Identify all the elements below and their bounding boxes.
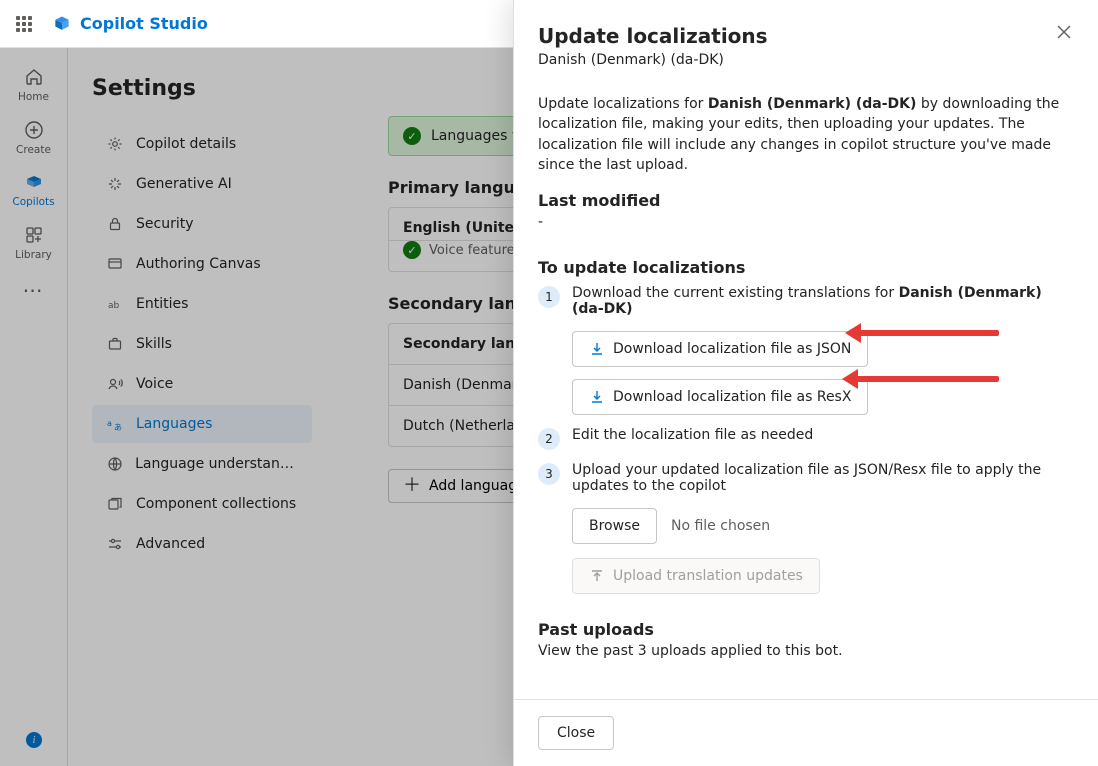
- close-label: Close: [557, 725, 595, 741]
- upload-translation-button: Upload translation updates: [572, 558, 820, 594]
- panel-body: Update localizations for Danish (Denmark…: [514, 78, 1098, 699]
- steps-heading: To update localizations: [538, 258, 1074, 277]
- browse-label: Browse: [589, 518, 640, 534]
- panel-intro: Update localizations for Danish (Denmark…: [538, 94, 1074, 175]
- step2-text: Edit the localization file as needed: [572, 427, 1074, 443]
- annotation-arrow-icon: [846, 376, 999, 382]
- panel-header: Update localizations Danish (Denmark) (d…: [514, 0, 1098, 78]
- upload-label: Upload translation updates: [613, 568, 803, 584]
- intro-bold: Danish (Denmark) (da-DK): [708, 96, 917, 112]
- waffle-icon[interactable]: [16, 16, 32, 32]
- past-uploads-heading: Past uploads: [538, 620, 1074, 639]
- annotation-arrow-icon: [849, 330, 999, 336]
- download-resx-label: Download localization file as ResX: [613, 389, 851, 405]
- step1-pre: Download the current existing translatio…: [572, 285, 899, 301]
- panel-subtitle: Danish (Denmark) (da-DK): [538, 52, 1074, 68]
- download-json-label: Download localization file as JSON: [613, 341, 851, 357]
- last-modified-value: -: [538, 214, 1074, 230]
- download-json-button[interactable]: Download localization file as JSON: [572, 331, 868, 367]
- step-3: 3 Upload your updated localization file …: [538, 462, 1074, 594]
- last-modified-heading: Last modified: [538, 191, 1074, 210]
- step1-text: Download the current existing translatio…: [572, 285, 1074, 317]
- step-1: 1 Download the current existing translat…: [538, 285, 1074, 415]
- intro-pre: Update localizations for: [538, 96, 708, 112]
- download-resx-button[interactable]: Download localization file as ResX: [572, 379, 868, 415]
- app-brand[interactable]: Copilot Studio: [52, 14, 208, 34]
- close-icon[interactable]: [1050, 18, 1078, 46]
- download-icon: [589, 389, 605, 405]
- panel-title: Update localizations: [538, 24, 1074, 48]
- step-2: 2 Edit the localization file as needed: [538, 427, 1074, 450]
- step-number-icon: 1: [538, 286, 560, 308]
- panel-footer: Close: [514, 699, 1098, 766]
- copilot-studio-logo-icon: [52, 14, 72, 34]
- step-number-icon: 2: [538, 428, 560, 450]
- upload-icon: [589, 568, 605, 584]
- app-title: Copilot Studio: [80, 14, 208, 33]
- download-icon: [589, 341, 605, 357]
- update-localizations-panel: Update localizations Danish (Denmark) (d…: [513, 0, 1098, 766]
- step-number-icon: 3: [538, 463, 560, 485]
- past-uploads-sub: View the past 3 uploads applied to this …: [538, 643, 1074, 659]
- step3-text: Upload your updated localization file as…: [572, 462, 1074, 494]
- no-file-chosen-text: No file chosen: [671, 518, 770, 534]
- close-button[interactable]: Close: [538, 716, 614, 750]
- browse-button[interactable]: Browse: [572, 508, 657, 544]
